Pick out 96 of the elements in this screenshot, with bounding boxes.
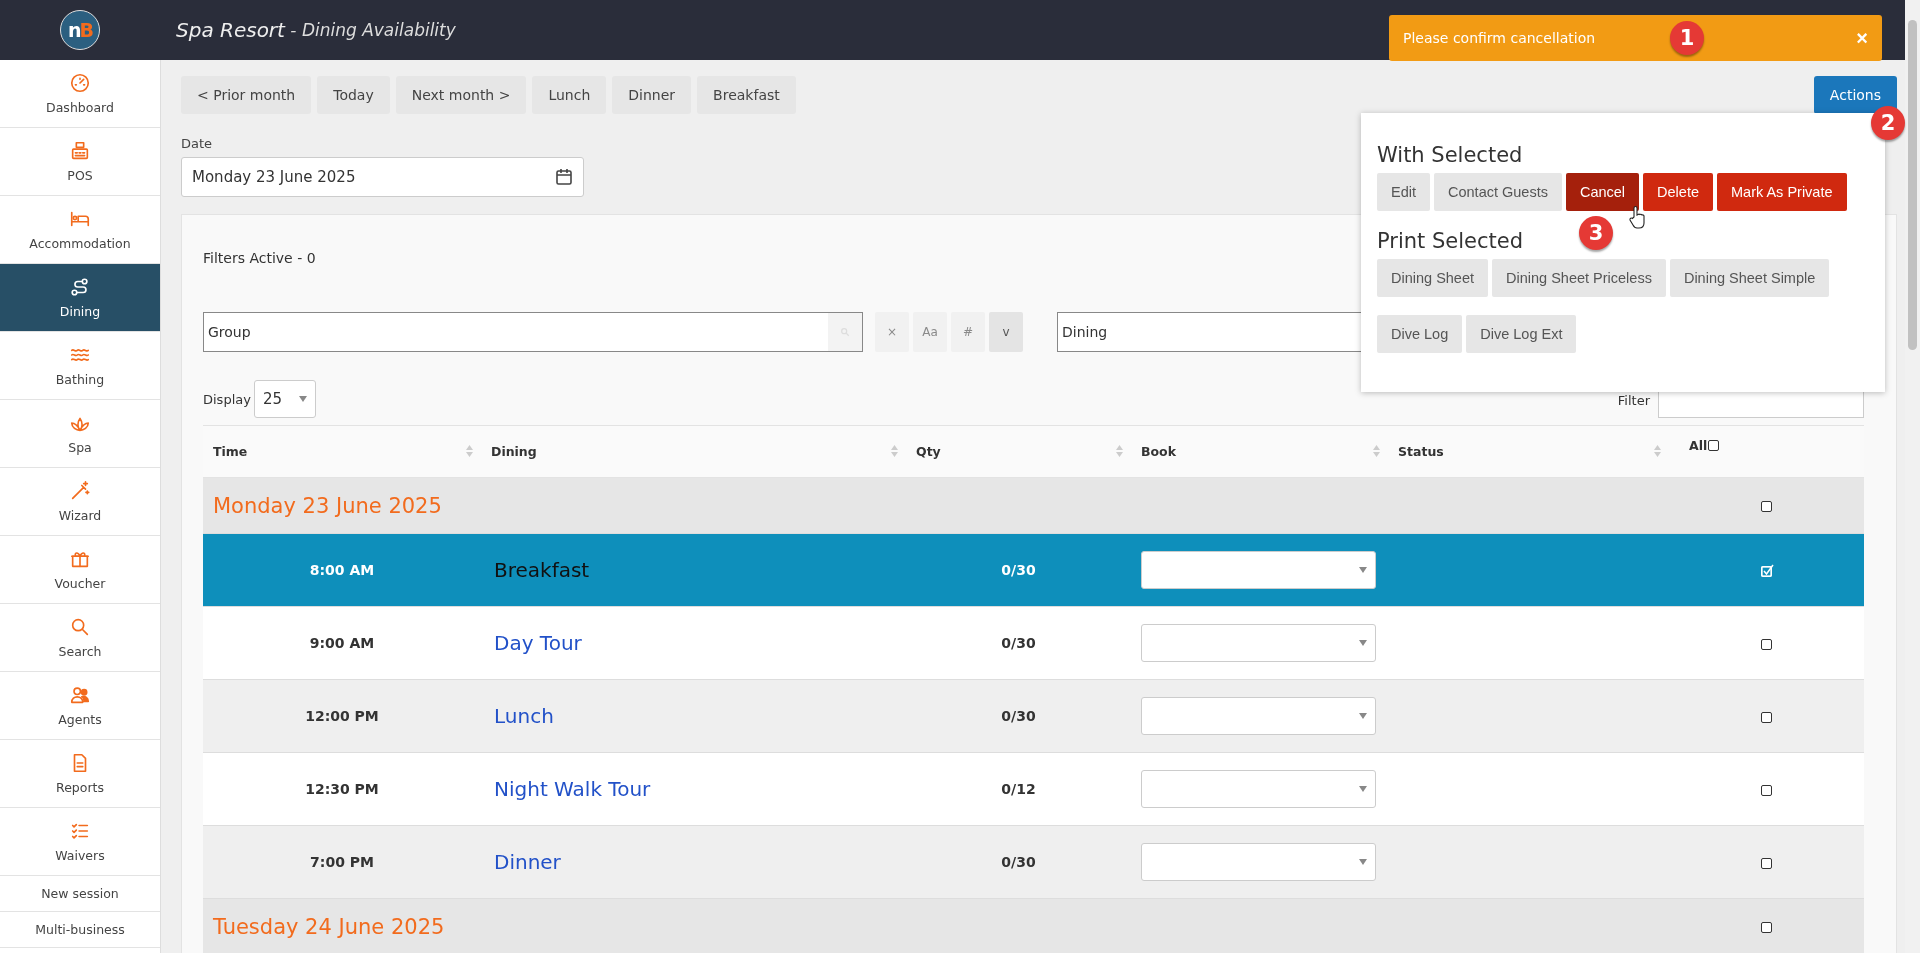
magic-wand-icon [69, 480, 91, 502]
column-header[interactable]: Dining [491, 444, 537, 459]
caret-icon [298, 396, 307, 402]
sidebar-label: Bathing [55, 372, 105, 387]
dining-link[interactable]: Night Walk Tour [481, 777, 651, 801]
toolbar-button[interactable]: Today [317, 76, 390, 114]
caret-icon [1359, 713, 1367, 719]
caret-icon [1359, 859, 1367, 865]
sidebar-label: POS [67, 168, 93, 183]
menu-action-button[interactable]: Dining Sheet Priceless [1492, 259, 1666, 297]
sort-icon [891, 444, 898, 458]
caret-icon [1359, 567, 1367, 573]
display-select[interactable]: 25 [253, 380, 316, 418]
group-field[interactable]: Group [203, 312, 863, 352]
menu-action-button[interactable]: Dining Sheet [1377, 259, 1489, 297]
time-cell: 9:00 AM [309, 635, 375, 651]
sidebar-label: Reports [56, 780, 104, 795]
qty-cell: 0/30 [1001, 708, 1036, 724]
qty-cell: 0/30 [1001, 854, 1036, 870]
column-header[interactable]: Time [213, 444, 248, 459]
sidebar-label: Dining [59, 304, 101, 319]
menu-section-title: With Selected [1377, 143, 1523, 167]
column-header[interactable]: Status [1398, 444, 1444, 459]
checkbox[interactable] [1708, 440, 1720, 451]
menu-section-title: Print Selected [1377, 229, 1523, 253]
time-cell: 8:00 AM [309, 562, 375, 578]
menu-action-button[interactable]: Mark As Private [1717, 173, 1847, 211]
sort-icon [1116, 444, 1123, 458]
sort-icon [466, 444, 473, 458]
menu-action-button[interactable]: Dining Sheet Simple [1669, 259, 1830, 297]
dining-link[interactable]: Dinner [481, 850, 561, 874]
toolbar-button[interactable]: Breakfast [697, 76, 796, 114]
qty-cell: 0/30 [1001, 562, 1036, 578]
toast-message: Please confirm cancellation [1403, 30, 1596, 46]
dining-link[interactable]: Lunch [481, 704, 554, 728]
date-field[interactable]: Monday 23 June 2025 [181, 157, 584, 197]
qty-cell: 0/12 [1001, 781, 1036, 797]
sidebar-label: Agents [58, 712, 102, 727]
time-cell: 12:30 PM [305, 781, 379, 797]
sidebar-label: Multi-business [35, 922, 125, 937]
date-label: Date [181, 136, 213, 151]
date-heading: Monday 23 June 2025 [212, 493, 442, 518]
toolbar-button[interactable]: Lunch [532, 76, 607, 114]
sidebar-label: Spa [68, 440, 92, 455]
sort-icon [1373, 444, 1380, 458]
filters-title: Filters Active - 0 [203, 250, 317, 266]
toolbar-button[interactable]: < Prior month [181, 76, 312, 114]
menu-action-button[interactable]: Dive Log [1377, 315, 1463, 353]
menu-action-button[interactable]: Edit [1377, 173, 1430, 211]
hand-cursor-icon [1628, 205, 1648, 229]
calendar-icon [555, 168, 573, 186]
time-cell: 7:00 PM [310, 854, 374, 870]
checkbox[interactable] [1761, 711, 1772, 723]
filter-label: Filter [1617, 392, 1650, 408]
sidebar-label: Voucher [54, 576, 106, 591]
checkbox[interactable] [1761, 922, 1772, 933]
checkbox[interactable] [1761, 784, 1772, 796]
qty-cell: 0/30 [1001, 635, 1036, 651]
sidebar-label: New session [41, 886, 119, 901]
menu-action-button[interactable]: Contact Guests [1434, 173, 1562, 211]
page-subtitle: - Dining Availability [289, 20, 456, 40]
time-cell: 12:00 PM [305, 708, 379, 724]
sidebar-label: Waivers [55, 848, 105, 863]
toolbar-button[interactable]: Next month > [395, 76, 527, 114]
users-icon [69, 684, 91, 706]
checkbox[interactable] [1761, 638, 1772, 650]
date-heading: Tuesday 24 June 2025 [212, 914, 445, 939]
sidebar-item[interactable]: Dining [0, 264, 160, 332]
caret-icon [1359, 640, 1367, 646]
checkbox[interactable] [1761, 501, 1772, 512]
sort-icon [1654, 444, 1661, 458]
column-header[interactable]: All [1689, 438, 1708, 453]
route-icon [69, 276, 91, 298]
sidebar-label: Dashboard [46, 100, 114, 115]
filter-option-button[interactable]: v [989, 312, 1023, 352]
actions-button[interactable]: Actions [1813, 76, 1897, 114]
menu-action-button[interactable]: Delete [1643, 173, 1713, 211]
display-label: Display [203, 391, 251, 407]
gauge-icon [69, 72, 91, 94]
caret-icon [1359, 786, 1367, 792]
dining-link[interactable]: Day Tour [481, 631, 582, 655]
search-icon [69, 616, 91, 638]
menu-action-button[interactable]: Cancel [1565, 173, 1640, 211]
dining-link[interactable]: Breakfast [481, 558, 590, 582]
checkbox[interactable] [1761, 857, 1772, 869]
menu-action-button[interactable]: Dive Log Ext [1466, 315, 1577, 353]
sidebar-label: Wizard [58, 508, 102, 523]
step-badge: 2 [1871, 106, 1905, 140]
sidebar-label: Search [58, 644, 102, 659]
toolbar-button[interactable]: Dinner [612, 76, 692, 114]
sidebar-label: Accommodation [29, 236, 131, 251]
logo[interactable]: nB [60, 10, 100, 50]
column-header[interactable]: Book [1141, 444, 1177, 459]
page-title: Spa Resort [176, 18, 285, 42]
cash-register-icon [69, 140, 91, 162]
column-header[interactable]: Qty [916, 444, 941, 459]
